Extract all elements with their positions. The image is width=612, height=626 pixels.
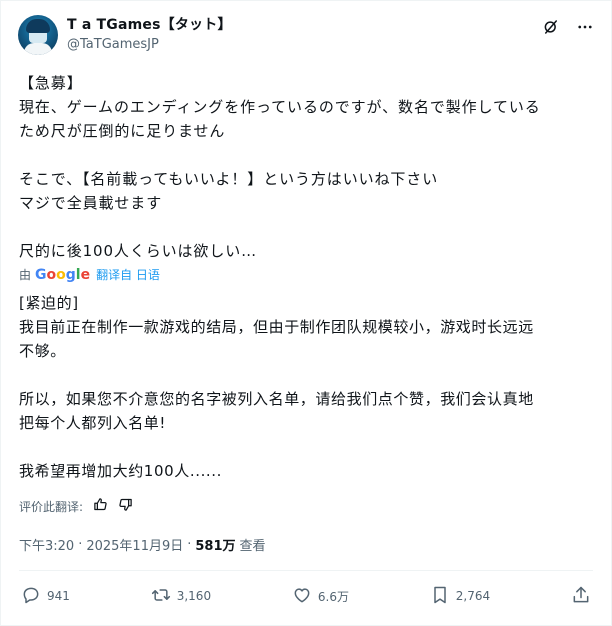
- reply-button[interactable]: 941: [21, 585, 70, 608]
- tweet-time[interactable]: 下午3:20: [19, 535, 74, 554]
- repost-button[interactable]: 3,160: [151, 585, 211, 608]
- bookmark-count: 2,764: [455, 589, 491, 603]
- like-icon: [292, 585, 312, 608]
- tweet-line: 現在、ゲームのエンディングを作っているのですが、数名で製作している: [19, 98, 541, 116]
- tweet-card: T a TGames【タット】 @TaTGamesJP 【急募】 現在、ゲームの…: [0, 0, 612, 626]
- share-button[interactable]: [571, 585, 591, 608]
- tweet-line: 尺的に後100人くらいは欲しい…: [19, 242, 258, 260]
- like-button[interactable]: 6.6万: [292, 585, 349, 608]
- translated-line: 我希望再增加大约100人......: [19, 462, 223, 480]
- more-icon[interactable]: [575, 17, 595, 37]
- tweet-date[interactable]: 2025年11月9日: [86, 535, 183, 554]
- divider: [19, 570, 593, 571]
- tweet-header: T a TGames【タット】 @TaTGamesJP: [18, 13, 599, 57]
- thumb-down-icon[interactable]: [118, 497, 133, 515]
- grok-icon[interactable]: [541, 17, 561, 37]
- bookmark-button[interactable]: 2,764: [430, 585, 490, 608]
- rate-translation-label: 评价此翻译:: [19, 499, 84, 514]
- tweet-line: そこで、【名前載ってもいいよ！】という方はいいね下さい: [19, 170, 439, 188]
- tweet-line: マジで全員載せます: [19, 194, 163, 212]
- avatar-body: [24, 43, 52, 55]
- translation-attribution: 由 Google 翻译自 日语: [19, 266, 160, 283]
- views-label: 查看: [239, 539, 266, 554]
- translated-line: [紧迫的]: [19, 294, 79, 312]
- header-actions: [541, 17, 595, 37]
- view-count: 581万: [195, 539, 236, 554]
- tweet-meta: 下午3:20 · 2025年11月9日 · 581万 查看: [19, 535, 266, 554]
- meta-separator: ·: [78, 537, 83, 552]
- author-info: T a TGames【タット】 @TaTGamesJP: [67, 16, 232, 54]
- bookmark-icon: [430, 585, 450, 608]
- avatar[interactable]: [18, 15, 58, 55]
- meta-separator: ·: [187, 537, 192, 552]
- tweet-line: 【急募】: [19, 74, 83, 92]
- action-bar: 941 3,160 6.6万 2,764: [21, 585, 591, 607]
- share-icon: [571, 585, 591, 608]
- translated-from-link[interactable]: 翻译自 日语: [96, 266, 160, 283]
- translated-line: 把每个人都列入名单!: [19, 414, 167, 432]
- tweet-text: 【急募】 現在、ゲームのエンディングを作っているのですが、数名で製作している た…: [19, 71, 589, 263]
- translated-text: [紧迫的] 我目前正在制作一款游戏的结局，但由于制作团队规模较小，游戏时长远远 …: [19, 291, 591, 483]
- translated-line: 所以，如果您不介意您的名字被列入名单，请给我们点个赞，我们会认真地: [19, 390, 534, 408]
- reply-count: 941: [47, 589, 70, 603]
- translated-line: 不够。: [19, 342, 66, 360]
- translated-by-label: 由: [19, 268, 32, 282]
- thumb-up-icon[interactable]: [93, 497, 108, 515]
- google-logo: Google: [35, 266, 91, 283]
- like-count: 6.6万: [317, 589, 349, 604]
- author-handle[interactable]: @TaTGamesJP: [67, 35, 232, 54]
- translated-line: 我目前正在制作一款游戏的结局，但由于制作团队规模较小，游戏时长远远: [19, 318, 534, 336]
- reply-icon: [21, 585, 41, 608]
- repost-icon: [151, 585, 171, 608]
- rate-translation: 评价此翻译:: [19, 497, 133, 515]
- repost-count: 3,160: [176, 589, 212, 603]
- tweet-line: ため尺が圧倒的に足りません: [19, 122, 226, 140]
- avatar-hair: [26, 19, 50, 33]
- author-display-name[interactable]: T a TGames【タット】: [67, 16, 232, 34]
